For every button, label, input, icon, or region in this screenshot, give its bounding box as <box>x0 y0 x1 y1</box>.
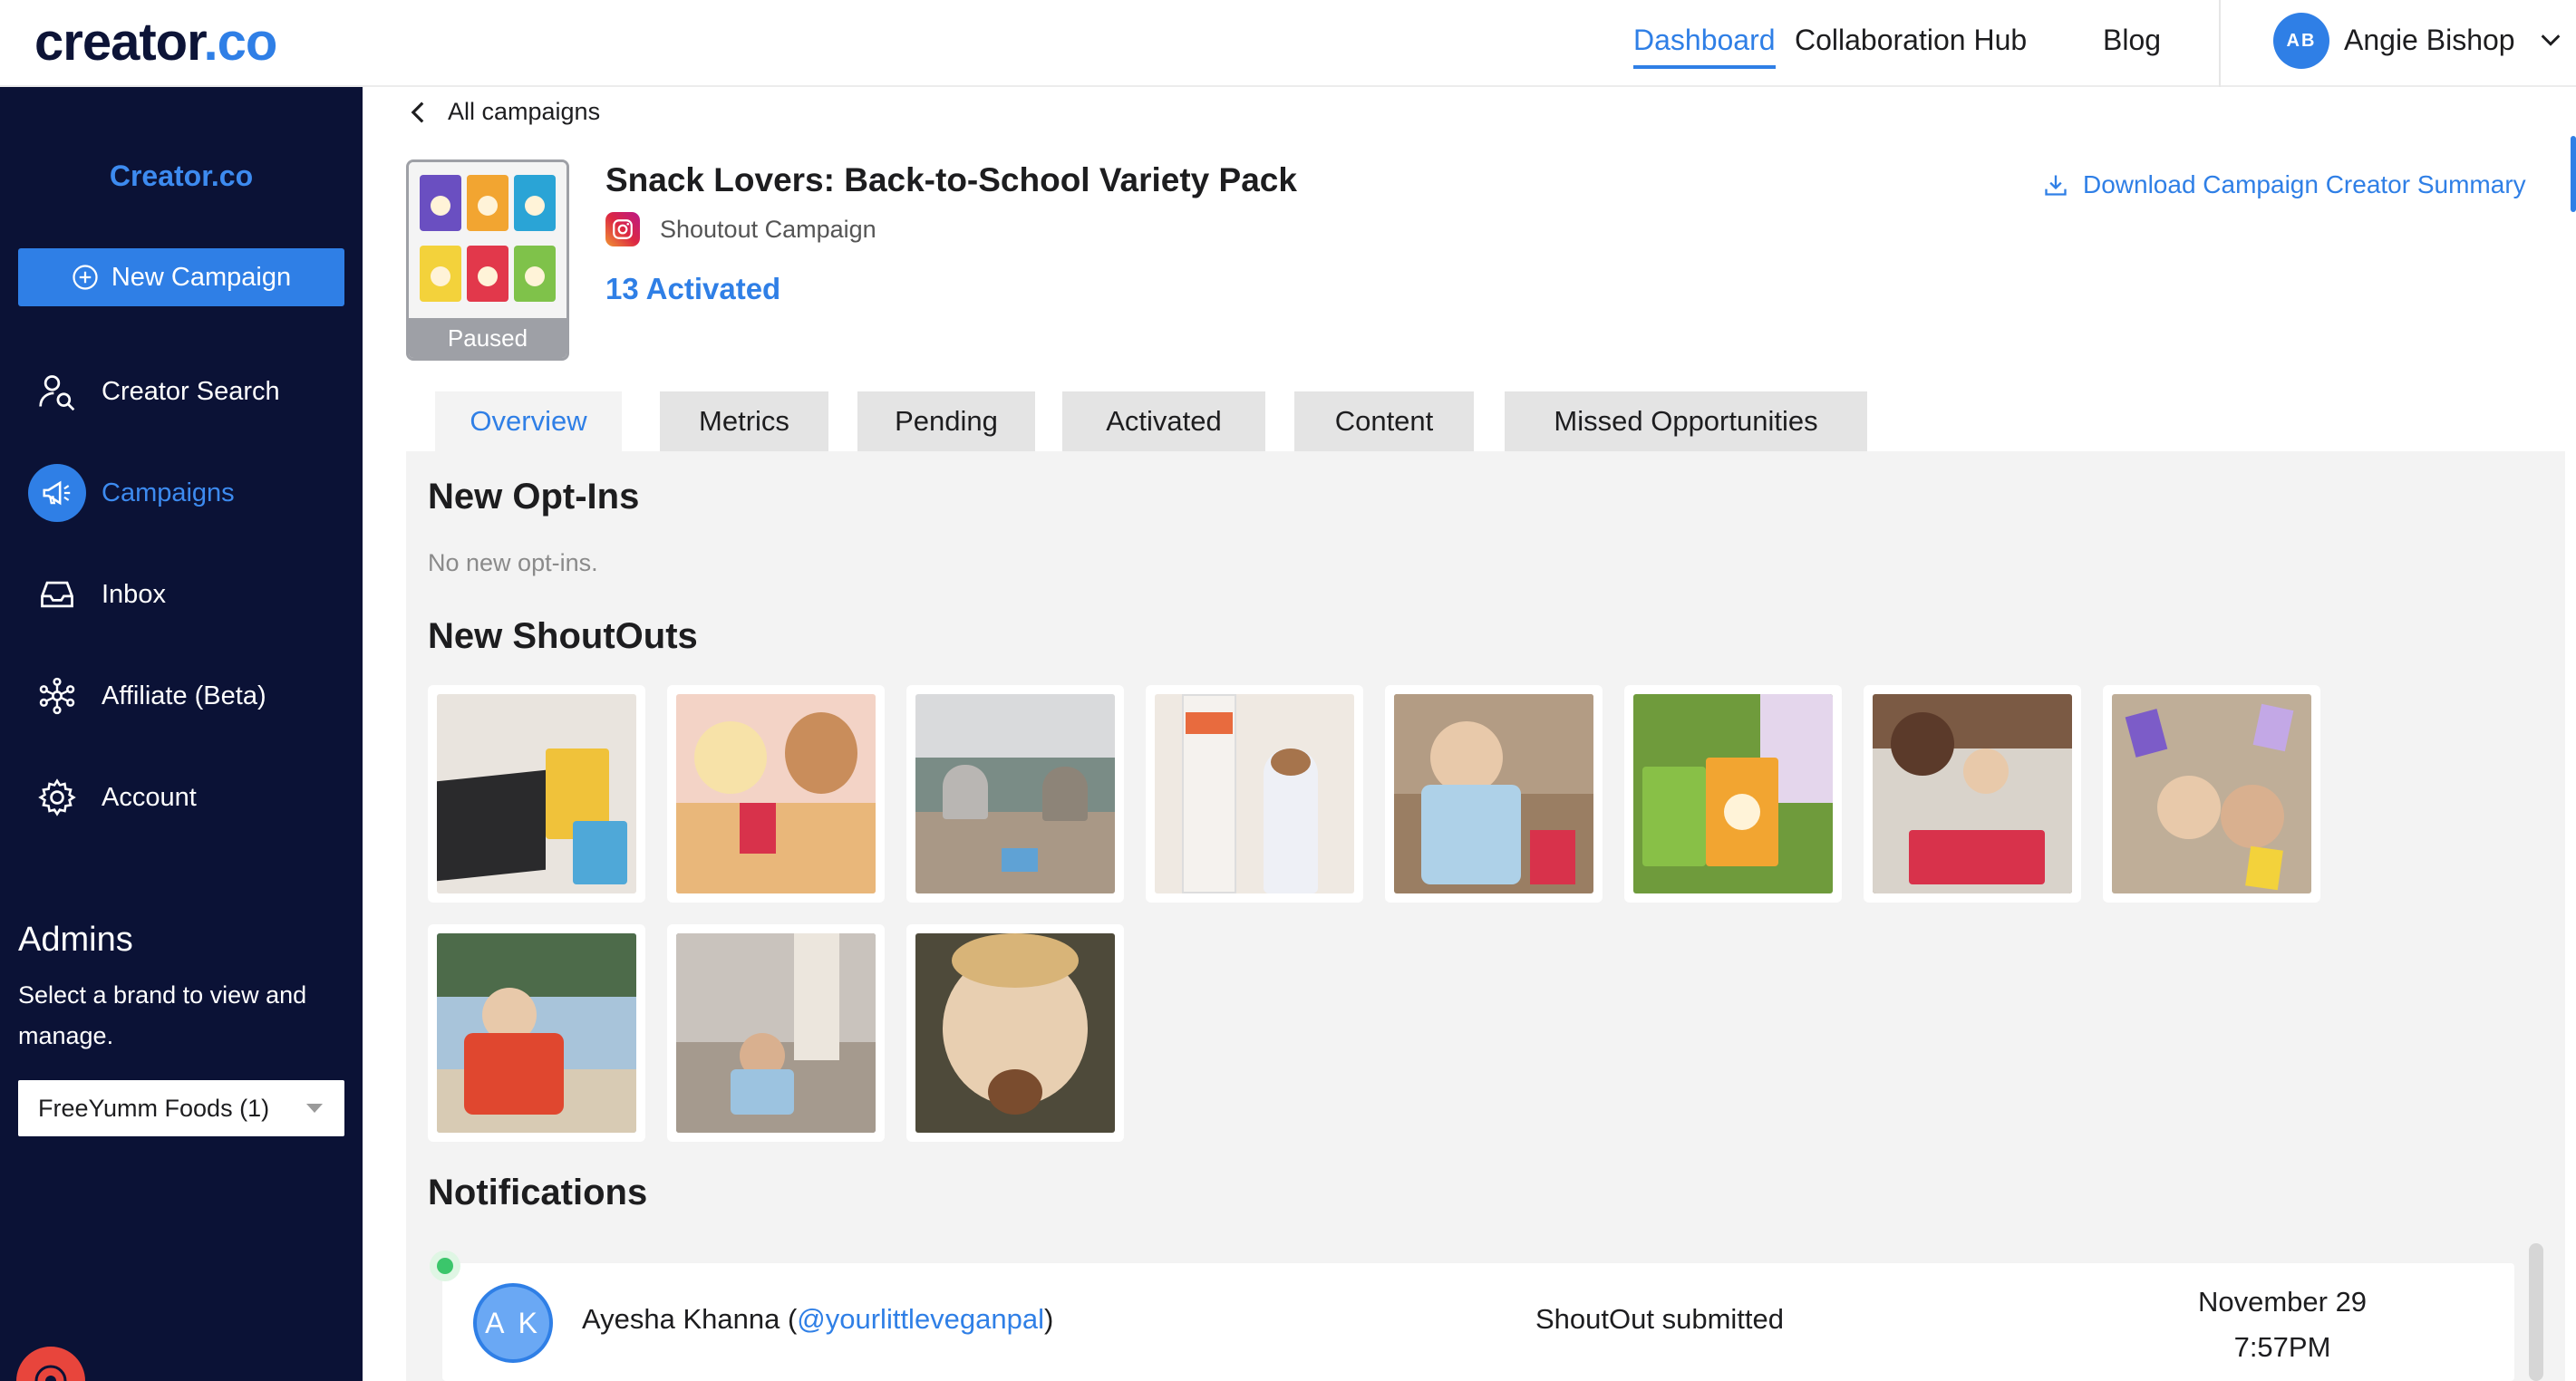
notification-row[interactable]: A K Ayesha Khanna (@yourlittleveganpal) … <box>430 1251 2514 1381</box>
new-campaign-button[interactable]: New Campaign <box>18 248 344 306</box>
notification-date: November 29 <box>2197 1286 2368 1318</box>
new-optins-empty-text: No new opt-ins. <box>428 549 598 576</box>
notification-creator: Ayesha Khanna (@yourlittleveganpal) <box>582 1303 1053 1336</box>
sidebar-item-creator-search[interactable]: Creator Search <box>0 355 363 428</box>
campaign-type-label: Shoutout Campaign <box>660 215 876 243</box>
unread-indicator <box>430 1251 460 1281</box>
scroll-accent <box>2571 136 2576 212</box>
sidebar-item-label: Account <box>102 782 197 812</box>
brand-select-dropdown[interactable]: FreeYumm Foods (1) <box>18 1080 344 1136</box>
sidebar-item-account[interactable]: Account <box>0 761 363 834</box>
sidebar-brand[interactable]: Creator.co <box>0 159 363 193</box>
shoutout-thumbnail[interactable] <box>667 924 885 1142</box>
shoutout-thumbnail[interactable] <box>1385 685 1603 903</box>
brand-select-value: FreeYumm Foods (1) <box>38 1094 270 1122</box>
new-shoutouts-heading: New ShoutOuts <box>428 616 698 656</box>
megaphone-icon <box>28 464 86 522</box>
scrollbar[interactable] <box>2529 1243 2543 1381</box>
campaign-type: Shoutout Campaign <box>605 212 876 246</box>
admins-description: Select a brand to view and manage. <box>18 981 307 1049</box>
new-campaign-label: New Campaign <box>111 262 292 292</box>
plus-circle-icon <box>73 265 98 290</box>
notification-time: 7:57PM <box>2233 1331 2331 1363</box>
new-optins-heading: New Opt-Ins <box>428 477 640 517</box>
avatar[interactable]: A K <box>473 1283 553 1363</box>
network-icon <box>33 671 82 720</box>
gear-icon <box>33 773 82 822</box>
chevron-left-icon <box>411 101 424 123</box>
shoutout-thumbnail[interactable] <box>1864 685 2081 903</box>
campaign-status-badge: Paused <box>409 318 567 358</box>
sidebar-item-label: Affiliate (Beta) <box>102 681 266 710</box>
overview-panel: New Opt-Ins No new opt-ins. New ShoutOut… <box>406 451 2565 1381</box>
activated-count-link[interactable]: 13 Activated <box>605 272 780 306</box>
shoutout-thumbnail[interactable] <box>667 685 885 903</box>
sidebar-item-label: Inbox <box>102 579 166 609</box>
notification-event: ShoutOut submitted <box>1535 1303 1784 1335</box>
user-avatar[interactable]: AB <box>2273 13 2329 69</box>
tab-overview[interactable]: Overview <box>435 391 622 451</box>
creator-logo[interactable]: creator.co <box>34 9 277 76</box>
top-navbar: creator.co Dashboard Collaboration Hub B… <box>0 0 2576 87</box>
tab-metrics[interactable]: Metrics <box>660 391 828 451</box>
shoutout-thumbnail[interactable] <box>428 924 645 1142</box>
shoutout-thumbnail[interactable] <box>1624 685 1842 903</box>
tab-missed-opportunities[interactable]: Missed Opportunities <box>1505 391 1867 451</box>
campaign-thumbnail[interactable]: Paused <box>406 159 569 361</box>
sidebar-item-affiliate[interactable]: Affiliate (Beta) <box>0 660 363 732</box>
download-summary-link[interactable]: Download Campaign Creator Summary <box>2043 170 2526 199</box>
chevron-down-icon[interactable] <box>2538 27 2563 53</box>
shoutout-thumbnail[interactable] <box>906 685 1124 903</box>
sidebar-item-label: Creator Search <box>102 376 280 406</box>
caret-down-icon <box>306 1104 323 1113</box>
shoutout-thumbnail[interactable] <box>1146 685 1363 903</box>
snack-pack-image <box>409 162 567 318</box>
tab-pending[interactable]: Pending <box>857 391 1035 451</box>
download-icon <box>2045 175 2067 196</box>
sidebar-item-label: Campaigns <box>102 478 235 507</box>
inbox-icon <box>33 570 82 619</box>
sidebar-item-inbox[interactable]: Inbox <box>0 558 363 631</box>
back-label: All campaigns <box>448 98 601 125</box>
admins-heading: Admins <box>18 921 133 959</box>
shoutout-thumbnail[interactable] <box>906 924 1124 1142</box>
user-name[interactable]: Angie Bishop <box>2344 20 2515 60</box>
tab-activated[interactable]: Activated <box>1062 391 1265 451</box>
nav-dashboard[interactable]: Dashboard <box>1633 20 1776 69</box>
campaign-title: Snack Lovers: Back-to-School Variety Pac… <box>605 161 1297 198</box>
creator-name-close: ) <box>1044 1303 1054 1335</box>
bottom-badge-icon[interactable] <box>15 1345 87 1381</box>
tab-content[interactable]: Content <box>1294 391 1474 451</box>
nav-blog[interactable]: Blog <box>2103 20 2161 60</box>
campaign-tabs: Overview Metrics Pending Activated Conte… <box>406 391 2565 451</box>
creator-handle-link[interactable]: @yourlittleveganpal <box>797 1303 1044 1335</box>
creator-name: Ayesha Khanna ( <box>582 1303 798 1335</box>
nav-divider <box>2219 0 2221 87</box>
notification-timestamp: November 29 7:57PM <box>2146 1280 2418 1370</box>
all-campaigns-link[interactable]: All campaigns <box>408 98 600 126</box>
sidebar: Creator.co New Campaign Creator Search C… <box>0 87 363 1381</box>
sidebar-item-campaigns[interactable]: Campaigns <box>0 457 363 529</box>
download-label: Download Campaign Creator Summary <box>2083 170 2526 198</box>
shoutout-thumbnail[interactable] <box>2103 685 2320 903</box>
creator-search-icon <box>33 367 82 416</box>
shoutout-thumbnail[interactable] <box>428 685 645 903</box>
instagram-icon <box>605 212 640 246</box>
notifications-heading: Notifications <box>428 1173 648 1212</box>
nav-collaboration-hub[interactable]: Collaboration Hub <box>1795 20 2027 60</box>
